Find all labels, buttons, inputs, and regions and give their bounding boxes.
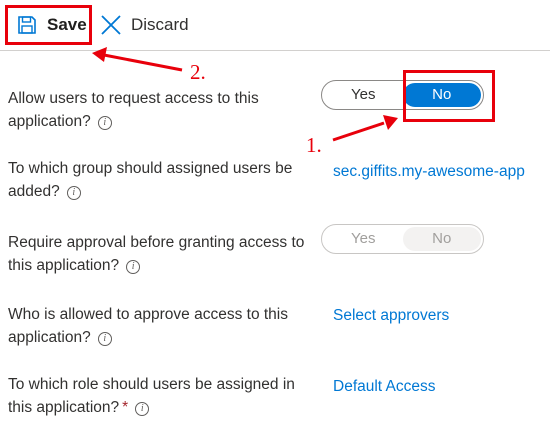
annotation-arrows <box>92 47 398 142</box>
info-icon[interactable]: i <box>66 186 81 200</box>
required-marker: * <box>122 399 129 416</box>
assigned-group-link[interactable]: sec.giffits.my-awesome-app <box>333 163 525 181</box>
setting-label-assigned-group: To which group should assigned users be … <box>8 160 293 200</box>
default-access-link[interactable]: Default Access <box>333 378 436 396</box>
info-icon[interactable]: i <box>135 402 150 416</box>
info-icon[interactable]: i <box>126 260 141 274</box>
arrow-step-1 <box>332 115 398 142</box>
setting-label-approvers: Who is allowed to approve access to this… <box>8 306 288 346</box>
discard-label: Discard <box>131 15 189 34</box>
info-icon[interactable]: i <box>97 332 112 346</box>
callout-step-1: 1. <box>306 133 322 157</box>
select-approvers-link[interactable]: Select approvers <box>333 307 449 325</box>
save-highlight-box <box>5 5 92 45</box>
toggle-option-no: No <box>402 227 481 251</box>
toggle-option-yes[interactable]: Yes <box>324 83 403 107</box>
setting-label-require-approval: Require approval before granting access … <box>8 234 305 274</box>
callout-step-2: 2. <box>190 60 206 84</box>
info-icon[interactable]: i <box>97 116 112 130</box>
close-icon <box>100 14 122 36</box>
setting-label-role: To which role should users be assigned i… <box>8 376 295 416</box>
toggle-option-yes: Yes <box>351 230 376 247</box>
setting-label-allow-requests: Allow users to request access to this ap… <box>8 90 259 130</box>
discard-button[interactable]: Discard <box>100 10 189 40</box>
require-approval-toggle: Yes No <box>321 224 484 254</box>
no-option-highlight-box <box>403 70 495 122</box>
